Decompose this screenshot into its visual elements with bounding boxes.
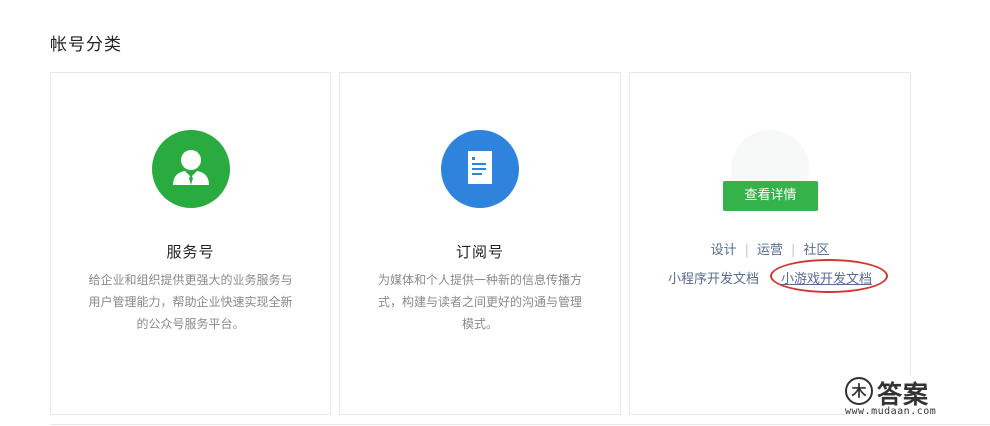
operations-link[interactable]: 运营 xyxy=(757,243,783,258)
section-title: 帐号分类 xyxy=(50,35,122,55)
miniprogram-card[interactable]: 查看详情 设计 | 运营 | 社区 小程序开发文档 小游戏开发文档 xyxy=(629,72,911,415)
design-link[interactable]: 设计 xyxy=(711,243,737,258)
bottom-divider xyxy=(50,424,990,425)
subscription-account-title: 订阅号 xyxy=(455,243,504,261)
view-details-button[interactable]: 查看详情 xyxy=(723,181,818,211)
document-icon xyxy=(441,130,519,208)
service-account-title: 服务号 xyxy=(166,243,215,261)
subscription-account-desc: 为媒体和个人提供一种新的信息传播方式，构建与读者之间更好的沟通与管理模式。 xyxy=(377,273,582,331)
miniprogram-link-row: 设计 | 运营 | 社区 xyxy=(630,239,910,258)
highlight-ellipse xyxy=(770,259,888,293)
miniprogram-dev-doc-link[interactable]: 小程序开发文档 xyxy=(668,272,759,287)
watermark-logo: 木 xyxy=(845,377,873,405)
community-link[interactable]: 社区 xyxy=(803,243,829,258)
person-tie-icon xyxy=(151,130,230,208)
service-account-desc: 给企业和组织提供更强大的业务服务与用户管理能力，帮助企业快速实现全新的公众号服务… xyxy=(88,273,293,331)
watermark: 木 答案 www.mudaan.com xyxy=(845,375,985,417)
subscription-account-card[interactable]: 订阅号 为媒体和个人提供一种新的信息传播方式，构建与读者之间更好的沟通与管理模式… xyxy=(339,72,621,415)
watermark-url: www.mudaan.com xyxy=(845,406,937,417)
service-account-card[interactable]: 服务号 给企业和组织提供更强大的业务服务与用户管理能力，帮助企业快速实现全新的公… xyxy=(50,72,331,415)
link-separator: | xyxy=(791,243,796,258)
link-separator: | xyxy=(744,243,749,258)
